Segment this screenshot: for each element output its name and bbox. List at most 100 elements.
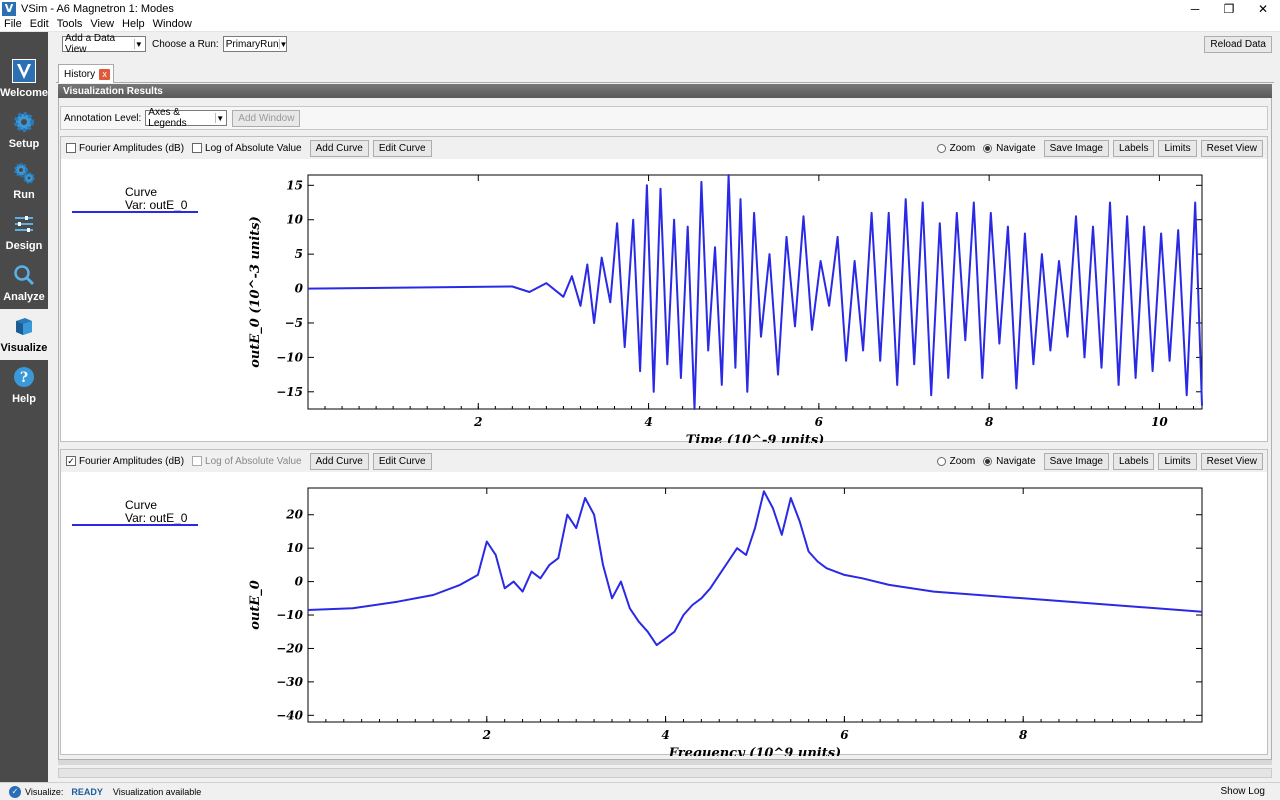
time-chart[interactable]: −15 −10 −5 0 5 10 15 2 4 6 8 10 Time (10^-9 units) ou… — [61, 159, 1267, 443]
sidebar-item-label: Setup — [8, 138, 40, 150]
show-log-button[interactable]: Show Log — [1216, 784, 1270, 799]
tab-strip: History x — [56, 64, 1274, 83]
menu-tools[interactable]: Tools — [53, 18, 87, 30]
plot-toolbar: Fourier Amplitudes (dB) Log of Absolute … — [61, 137, 1267, 159]
annotation-level-value: Axes & Legends — [148, 107, 187, 129]
log-abs-checkbox[interactable] — [192, 456, 203, 466]
tab-history[interactable]: History x — [58, 64, 114, 83]
navigate-label: Navigate — [996, 455, 1036, 467]
menu-bar: File Edit Tools View Help Window — [0, 17, 1280, 32]
y-tick-label: −10 — [276, 608, 303, 622]
reset-view-button[interactable]: Reset View — [1200, 452, 1263, 470]
labels-button[interactable]: Labels — [1113, 452, 1155, 470]
sidebar-item-help[interactable]: ? Help — [0, 360, 48, 411]
y-tick-label: 20 — [285, 508, 303, 522]
sidebar-item-visualize[interactable]: Visualize — [0, 309, 48, 360]
run-select[interactable]: PrimaryRun ▼ — [222, 36, 288, 52]
view-controls: Zoom Navigate Save Image Labels Limits R… — [936, 139, 1263, 157]
y-tick-label: 0 — [295, 282, 304, 296]
series-line — [307, 174, 1203, 410]
sidebar-item-label: Analyze — [3, 291, 45, 303]
add-curve-button[interactable]: Add Curve — [309, 139, 369, 157]
y-axis-label: outE_0 (10^-3 units) — [248, 216, 263, 368]
window-controls: ─ ❐ ✕ — [1178, 0, 1280, 17]
zoom-radio[interactable] — [936, 456, 946, 466]
y-tick-label: 10 — [286, 541, 303, 555]
chevron-down-icon: ▼ — [278, 39, 288, 49]
reload-data-button[interactable]: Reload Data — [1204, 35, 1272, 53]
x-tick-label: 4 — [644, 415, 652, 429]
close-icon[interactable]: x — [99, 68, 111, 80]
x-tick-label: 10 — [1151, 415, 1168, 429]
sidebar-item-setup[interactable]: Setup — [0, 105, 48, 156]
fourier-label: Fourier Amplitudes (dB) — [79, 142, 185, 154]
sidebar-item-label: Design — [5, 240, 43, 252]
labels-button[interactable]: Labels — [1113, 139, 1155, 157]
frequency-chart[interactable]: −40 −30 −20 −10 0 10 20 2 4 6 8 Frequency (10^9 uni… — [61, 472, 1267, 756]
y-tick-label: −20 — [276, 641, 303, 655]
fourier-checkbox[interactable] — [66, 143, 76, 153]
sidebar-item-run[interactable]: Run — [0, 156, 48, 207]
x-tick-label: 6 — [840, 728, 849, 742]
edit-curve-button[interactable]: Edit Curve — [372, 452, 432, 470]
sidebar-item-analyze[interactable]: Analyze — [0, 258, 48, 309]
save-image-button[interactable]: Save Image — [1043, 452, 1109, 470]
sidebar-item-design[interactable]: Design — [0, 207, 48, 258]
add-curve-button[interactable]: Add Curve — [309, 452, 369, 470]
add-window-button[interactable]: Add Window — [232, 109, 301, 127]
zoom-label: Zoom — [949, 142, 976, 154]
minimize-button[interactable]: ─ — [1178, 0, 1212, 17]
y-tick-label: −5 — [285, 316, 303, 330]
menu-help[interactable]: Help — [118, 18, 149, 30]
x-tick-label: 6 — [815, 415, 824, 429]
sidebar-item-label: Help — [12, 393, 36, 405]
restore-button[interactable]: ❐ — [1212, 0, 1246, 17]
log-abs-checkbox[interactable] — [192, 143, 203, 153]
limits-button[interactable]: Limits — [1158, 452, 1197, 470]
navigate-radio[interactable] — [983, 143, 993, 153]
x-tick-label: 8 — [1019, 728, 1028, 742]
vsim-logo-icon: V — [2, 1, 16, 16]
horizontal-scrollbar[interactable] — [58, 768, 1272, 778]
menu-view[interactable]: View — [86, 18, 118, 30]
reset-view-button[interactable]: Reset View — [1200, 139, 1263, 157]
data-view-value: Add a Data View — [65, 33, 116, 55]
fourier-checkbox[interactable]: ✓ — [66, 456, 76, 466]
y-tick-label: 5 — [295, 247, 303, 261]
log-abs-label: Log of Absolute Value — [205, 142, 302, 154]
zoom-label: Zoom — [949, 455, 976, 467]
y-tick-label: 0 — [295, 575, 304, 589]
close-button[interactable]: ✕ — [1246, 0, 1280, 17]
zoom-radio[interactable] — [936, 143, 946, 153]
annotation-level-label: Annotation Level: — [64, 112, 142, 124]
sidebar-item-welcome[interactable]: Welcome — [0, 54, 48, 105]
menu-edit[interactable]: Edit — [26, 18, 53, 30]
annotation-row: Annotation Level: Axes & Legends ▼ Add W… — [60, 106, 1268, 130]
y-tick-label: 15 — [286, 178, 303, 192]
data-view-select[interactable]: Add a Data View ▼ — [62, 33, 146, 55]
chevron-down-icon: ▼ — [215, 113, 225, 123]
vsim-logo-icon — [11, 58, 37, 84]
run-value: PrimaryRun — [225, 38, 279, 50]
y-tick-label: −30 — [276, 675, 303, 689]
status-area: Visualize: — [25, 786, 64, 797]
window-title: VSim - A6 Magnetron 1: Modes — [21, 2, 174, 15]
magnifier-icon — [11, 262, 37, 288]
save-image-button[interactable]: Save Image — [1043, 139, 1109, 157]
navigate-radio[interactable] — [983, 456, 993, 466]
section-title: Visualization Results — [58, 84, 1272, 98]
limits-button[interactable]: Limits — [1158, 139, 1197, 157]
annotation-level-select[interactable]: Axes & Legends ▼ — [145, 107, 228, 129]
fourier-label: Fourier Amplitudes (dB) — [79, 455, 185, 467]
menu-file[interactable]: File — [0, 18, 26, 30]
panel-splitter[interactable] — [58, 760, 1272, 765]
y-tick-label: −40 — [276, 708, 303, 722]
svg-text:?: ? — [20, 370, 28, 386]
data-toolbar: Add a Data View ▼ Choose a Run: PrimaryR… — [56, 32, 1280, 56]
sidebar-item-label: Visualize — [0, 342, 48, 354]
edit-curve-button[interactable]: Edit Curve — [372, 139, 432, 157]
status-message: Visualization available — [112, 786, 202, 797]
sidebar-item-label: Welcome — [0, 87, 49, 99]
sliders-icon — [11, 211, 37, 237]
menu-window[interactable]: Window — [149, 18, 196, 30]
